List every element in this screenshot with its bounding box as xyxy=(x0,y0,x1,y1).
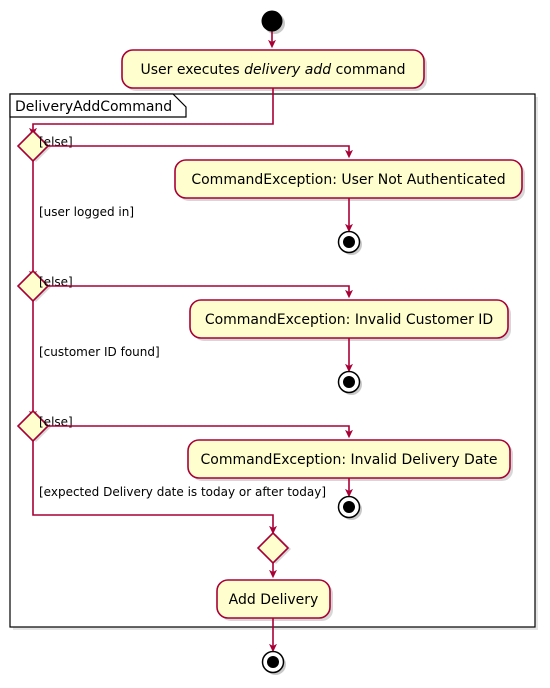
end-node-success xyxy=(261,650,286,675)
activity-exception-invalid-delivery-date-label: CommandException: Invalid Delivery Date xyxy=(200,452,497,468)
activity-add-delivery-label: Add Delivery xyxy=(229,592,319,608)
activity-user-command-label: User executes delivery add command xyxy=(141,62,406,78)
guard-authentication-pass: [user logged in] xyxy=(39,205,134,219)
activity-exception-invalid-delivery-date: CommandException: Invalid Delivery Date xyxy=(187,439,513,481)
activity-add-delivery: Add Delivery xyxy=(216,579,333,621)
guard-customer-id-pass: [customer ID found] xyxy=(39,345,160,359)
activity-user-command: User executes delivery add command xyxy=(121,49,427,91)
activity-user-command-label-after: command xyxy=(331,62,405,78)
activity-diagram: DeliveryAddCommand User executes deliver… xyxy=(0,0,550,688)
guard-delivery-date-else: [else] xyxy=(39,415,73,429)
diagram-canvas: DeliveryAddCommand User executes deliver… xyxy=(9,10,538,675)
activity-exception-invalid-customer-id-label: CommandException: Invalid Customer ID xyxy=(205,312,493,328)
activity-exception-invalid-customer-id: CommandException: Invalid Customer ID xyxy=(189,299,511,341)
activity-exception-user-not-authenticated-label: CommandException: User Not Authenticated xyxy=(191,172,505,188)
activity-exception-user-not-authenticated: CommandException: User Not Authenticated xyxy=(174,159,525,201)
activity-user-command-label-italic: delivery add xyxy=(244,62,331,78)
partition-title: DeliveryAddCommand xyxy=(15,99,172,115)
activity-user-command-label-before: User executes xyxy=(141,62,245,78)
guard-authentication-else: [else] xyxy=(39,135,73,149)
guard-customer-id-else: [else] xyxy=(39,275,73,289)
start-node xyxy=(261,10,285,34)
guard-delivery-date-pass: [expected Delivery date is today or afte… xyxy=(39,485,326,499)
